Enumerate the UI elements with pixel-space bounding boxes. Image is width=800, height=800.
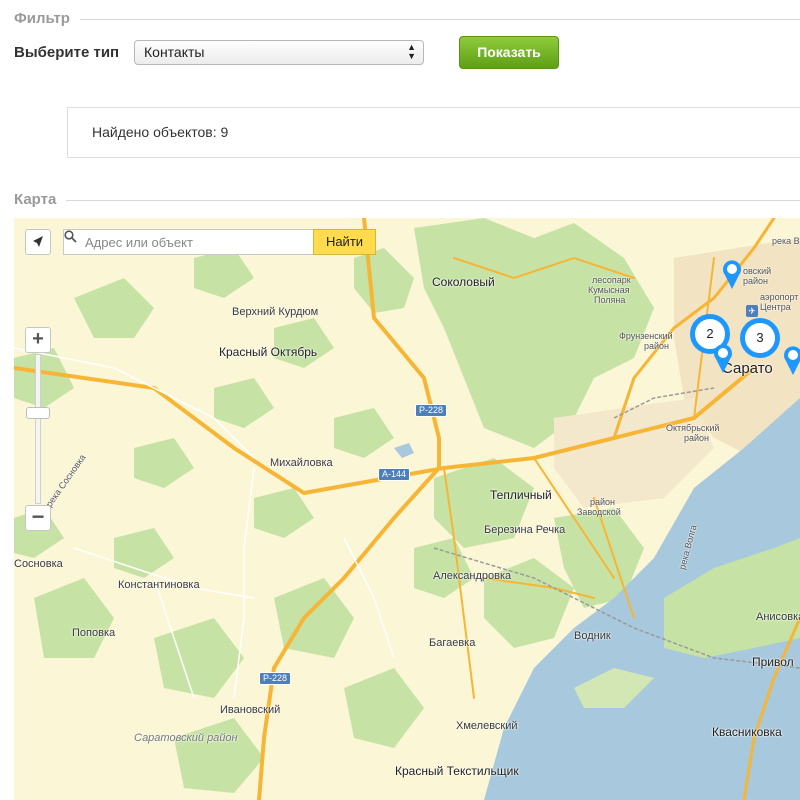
- label-saratovsky-rayon: Саратовский район: [134, 732, 238, 744]
- label-mikhaylovka: Михайловка: [270, 457, 333, 469]
- label-krasny-tekstilshchik: Красный Текстильщик: [395, 764, 519, 778]
- label-vodnik: Водник: [574, 630, 611, 642]
- cluster-marker[interactable]: 3: [740, 318, 780, 358]
- label-bagaevka: Багаевка: [429, 637, 476, 649]
- label-privolzhsky: Привол: [752, 655, 794, 669]
- location-arrow-icon: [33, 236, 43, 247]
- geolocation-button[interactable]: [25, 229, 51, 255]
- road-shield-r228: Р-228: [415, 404, 448, 417]
- label-oktyabrsky: Октябрьский: [666, 423, 720, 433]
- placemark-icon[interactable]: [712, 342, 734, 374]
- label-aeroport: аэропорт: [760, 292, 799, 302]
- type-label: Выберите тип: [14, 44, 120, 61]
- label-reka-top: река В: [772, 236, 800, 246]
- label-volzhsky: овский: [743, 266, 772, 276]
- search-icon: [64, 230, 77, 243]
- label-popovka: Поповка: [72, 627, 116, 639]
- label-sokolovy: Соколовый: [432, 275, 495, 289]
- label-lesopark: лесопарк: [592, 275, 631, 285]
- map-view[interactable]: Соколовый Верхний Курдюм Красный Октябрь…: [14, 218, 800, 800]
- map-search: [63, 229, 314, 255]
- show-button[interactable]: Показать: [459, 36, 559, 69]
- placemark-icon[interactable]: [721, 258, 743, 290]
- label-ivanovsky: Ивановский: [220, 704, 281, 716]
- label-teplichny: Тепличный: [490, 488, 552, 502]
- map-legend: Карта: [14, 191, 67, 208]
- label-kumysnaya: Кумысная: [588, 285, 630, 295]
- label-zavodskoy: Заводской: [577, 507, 621, 517]
- label-tsentralny: Центра: [760, 302, 791, 312]
- zoom-slider-track[interactable]: [35, 354, 41, 504]
- label-khmelevsky: Хмелевский: [456, 720, 518, 732]
- label-berezina-rechka: Березина Речка: [484, 524, 566, 536]
- map-divider: [66, 200, 800, 201]
- zoom-out-button[interactable]: −: [25, 505, 51, 531]
- type-select[interactable]: Контакты ▲ ▼: [134, 40, 424, 65]
- label-krasny-oktyabr: Красный Октябрь: [219, 345, 318, 359]
- label-oktyabrsky-rayon: район: [684, 433, 710, 443]
- label-aleksandrovka: Александровка: [433, 570, 512, 582]
- label-frunzensky-rayon: район: [644, 341, 670, 351]
- label-konstantinovka: Константиновка: [118, 579, 200, 591]
- results-count: Найдено объектов: 9: [92, 124, 229, 140]
- find-button[interactable]: Найти: [313, 229, 376, 255]
- results-box: Найдено объектов: 9: [67, 107, 800, 158]
- road-shield-r228-south: Р-228: [259, 672, 292, 685]
- map-tiles: [14, 218, 800, 800]
- map-search-input[interactable]: [85, 230, 310, 254]
- type-select-value: Контакты: [144, 44, 205, 60]
- select-arrows-icon: ▲ ▼: [407, 42, 416, 61]
- label-kvasnikovka: Квасниковка: [712, 725, 782, 739]
- airport-icon: ✈: [746, 305, 758, 317]
- placemark-icon[interactable]: [782, 344, 800, 376]
- road-shield-a144: А-144: [378, 468, 411, 481]
- zoom-slider-handle[interactable]: [26, 407, 50, 419]
- label-sosnovka: Сосновка: [14, 558, 63, 570]
- zoom-in-button[interactable]: +: [25, 327, 51, 353]
- label-anisovka: Анисовка: [756, 611, 800, 623]
- filter-divider: [80, 19, 800, 20]
- label-polyana: Поляна: [594, 295, 626, 305]
- city-area-south: [554, 398, 714, 508]
- label-frunzensky: Фрунзенский: [619, 331, 673, 341]
- pond: [394, 443, 414, 458]
- label-volzhsky-rayon: район: [743, 276, 769, 286]
- filter-legend: Фильтр: [14, 10, 80, 27]
- label-zavodskoy-rayon: район: [590, 497, 616, 507]
- label-verkhniy-kurdyum: Верхний Курдюм: [232, 306, 319, 318]
